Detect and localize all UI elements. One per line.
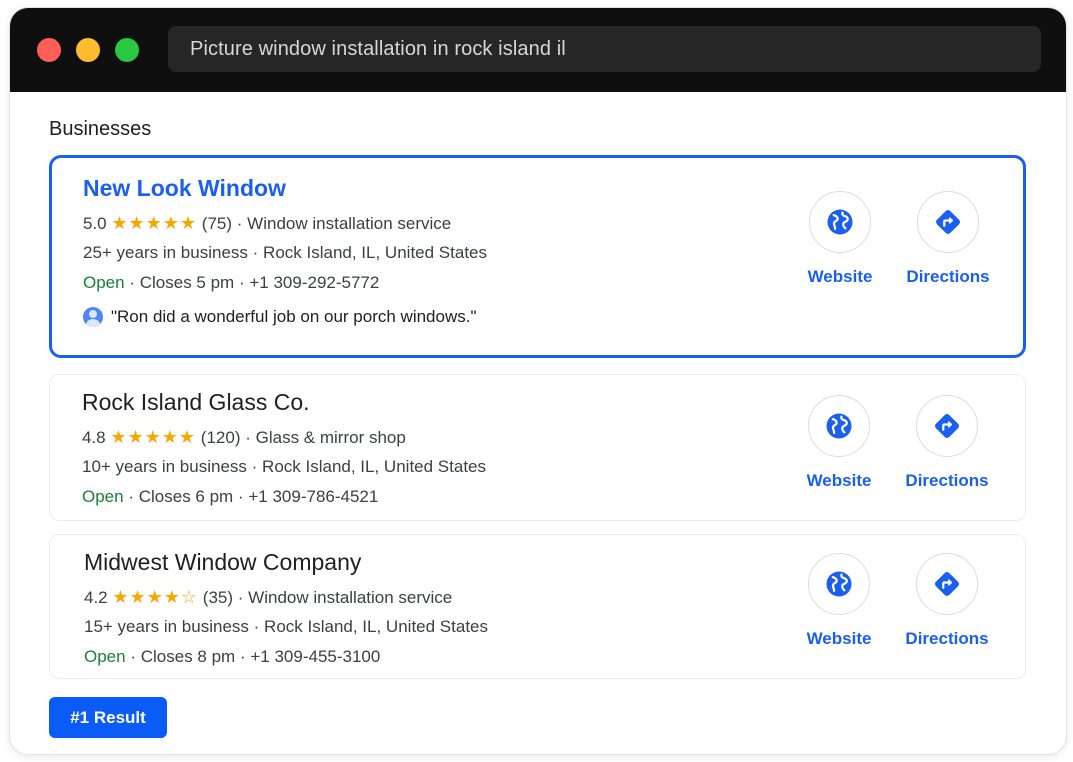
separator: · (239, 647, 246, 666)
years-in-business: 25+ years in business (83, 243, 248, 262)
title-bar: Picture window installation in rock isla… (10, 8, 1066, 92)
open-status: Open (84, 647, 126, 666)
separator: · (238, 273, 245, 292)
business-name[interactable]: Midwest Window Company (84, 549, 488, 576)
business-card-2[interactable]: Rock Island Glass Co. 4.8 ★★★★★ (120) · … (49, 374, 1026, 521)
star-rating-icon: ★★★★★ (110, 427, 197, 447)
years-in-business: 10+ years in business (82, 457, 247, 476)
phone-number[interactable]: +1 309-786-4521 (248, 487, 378, 506)
minimize-window-button[interactable] (76, 38, 100, 62)
rating-value: 4.2 (84, 588, 108, 607)
rating-line: 5.0 ★★★★★ (75) · Window installation ser… (83, 208, 487, 238)
directions-label[interactable]: Directions (897, 471, 997, 491)
globe-icon (826, 571, 852, 597)
directions-icon (935, 414, 959, 438)
website-circle[interactable] (809, 191, 871, 253)
open-status: Open (82, 487, 124, 506)
website-circle[interactable] (808, 553, 870, 615)
separator: · (128, 487, 134, 506)
half-star-icon: ☆ (180, 587, 199, 607)
directions-circle[interactable] (916, 553, 978, 615)
rating-value: 5.0 (83, 214, 107, 233)
person-icon (83, 307, 103, 327)
business-category: Glass & mirror shop (255, 428, 406, 447)
star-rating-icon: ★★★★★ (111, 213, 198, 233)
business-location: Rock Island, IL, United States (264, 617, 488, 636)
rating-line: 4.8 ★★★★★ (120) · Glass & mirror shop (82, 422, 486, 452)
business-category: Window installation service (247, 214, 452, 233)
closing-time: Closes 5 pm (139, 273, 235, 292)
review-count[interactable]: (75) (202, 214, 232, 233)
globe-icon (827, 209, 853, 235)
website-button[interactable]: Website (789, 553, 889, 649)
business-card-3[interactable]: Midwest Window Company 4.2 ★★★★☆ (35) · … (49, 534, 1026, 679)
details-line: 25+ years in business · Rock Island, IL,… (83, 238, 487, 268)
search-query: Picture window installation in rock isla… (190, 37, 566, 60)
separator: · (253, 617, 260, 636)
separator: · (252, 243, 259, 262)
search-bar[interactable]: Picture window installation in rock isla… (168, 26, 1041, 72)
directions-circle[interactable] (917, 191, 979, 253)
directions-circle[interactable] (916, 395, 978, 457)
website-button[interactable]: Website (790, 191, 890, 287)
business-location: Rock Island, IL, United States (262, 457, 486, 476)
maximize-window-button[interactable] (115, 38, 139, 62)
rating-value: 4.8 (82, 428, 106, 447)
closing-time: Closes 6 pm (138, 487, 234, 506)
years-in-business: 15+ years in business (84, 617, 249, 636)
separator: · (237, 487, 244, 506)
phone-number[interactable]: +1 309-455-3100 (250, 647, 380, 666)
globe-icon (826, 413, 852, 439)
closing-time: Closes 8 pm (140, 647, 236, 666)
review-quote: "Ron did a wonderful job on our porch wi… (111, 307, 477, 326)
separator: · (130, 647, 136, 666)
website-button[interactable]: Website (789, 395, 889, 491)
close-window-button[interactable] (37, 38, 61, 62)
details-line: 10+ years in business · Rock Island, IL,… (82, 452, 486, 482)
separator: · (237, 588, 244, 607)
website-label[interactable]: Website (789, 471, 889, 491)
business-info: Rock Island Glass Co. 4.8 ★★★★★ (120) · … (82, 389, 486, 512)
review-count[interactable]: (35) (203, 588, 233, 607)
business-card-1[interactable]: New Look Window 5.0 ★★★★★ (75) · Window … (49, 155, 1026, 358)
directions-button[interactable]: Directions (897, 395, 997, 491)
browser-window: Picture window installation in rock isla… (10, 8, 1066, 754)
top-result-badge: #1 Result (49, 697, 167, 738)
website-label[interactable]: Website (790, 267, 890, 287)
directions-button[interactable]: Directions (898, 191, 998, 287)
separator: · (251, 457, 258, 476)
separator: · (236, 214, 243, 233)
rating-line: 4.2 ★★★★☆ (35) · Window installation ser… (84, 582, 488, 612)
business-category: Window installation service (248, 588, 453, 607)
directions-icon (935, 572, 959, 596)
review-snippet: "Ron did a wonderful job on our porch wi… (83, 302, 487, 332)
business-location: Rock Island, IL, United States (263, 243, 487, 262)
website-circle[interactable] (808, 395, 870, 457)
business-name[interactable]: Rock Island Glass Co. (82, 389, 486, 416)
section-title: Businesses (49, 118, 152, 140)
directions-label[interactable]: Directions (897, 629, 997, 649)
open-status: Open (83, 273, 125, 292)
hours-line: Open · Closes 6 pm · +1 309-786-4521 (82, 482, 486, 512)
business-name[interactable]: New Look Window (83, 175, 487, 202)
hours-line: Open · Closes 8 pm · +1 309-455-3100 (84, 642, 488, 672)
website-label[interactable]: Website (789, 629, 889, 649)
separator: · (245, 428, 251, 447)
business-info: Midwest Window Company 4.2 ★★★★☆ (35) · … (84, 549, 488, 672)
hours-line: Open · Closes 5 pm · +1 309-292-5772 (83, 268, 487, 298)
phone-number[interactable]: +1 309-292-5772 (249, 273, 379, 292)
directions-button[interactable]: Directions (897, 553, 997, 649)
directions-label[interactable]: Directions (898, 267, 998, 287)
separator: · (129, 273, 135, 292)
directions-icon (936, 210, 960, 234)
review-count[interactable]: (120) (201, 428, 241, 447)
business-info: New Look Window 5.0 ★★★★★ (75) · Window … (83, 175, 487, 332)
details-line: 15+ years in business · Rock Island, IL,… (84, 612, 488, 642)
star-rating-icon: ★★★★☆ (112, 587, 198, 607)
